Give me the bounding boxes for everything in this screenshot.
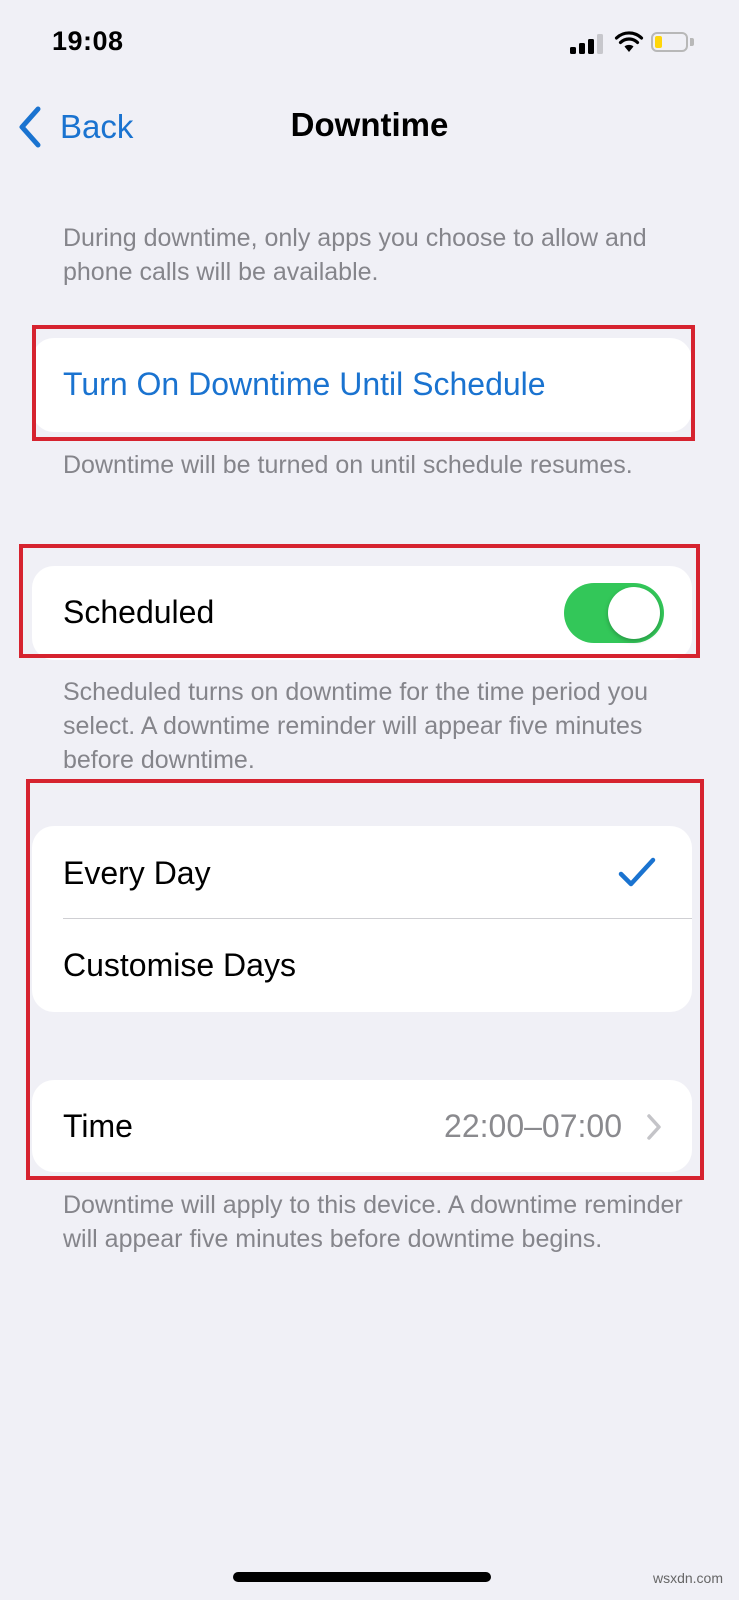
highlight-box-turn-on <box>32 325 695 441</box>
scheduled-footer: Scheduled turns on downtime for the time… <box>63 678 649 774</box>
watermark: wsxdn.com <box>652 1570 723 1586</box>
bottom-footer: Downtime will apply to this device. A do… <box>63 1191 683 1253</box>
battery-nub <box>690 38 694 46</box>
home-indicator[interactable] <box>233 1572 491 1582</box>
battery-icon <box>651 32 688 52</box>
turn-on-footer: Downtime will be turned on until schedul… <box>63 451 633 479</box>
cellular-signal-icon <box>570 34 604 54</box>
wifi-icon <box>614 31 644 52</box>
status-time: 19:08 <box>52 26 124 56</box>
battery-level <box>655 36 662 48</box>
page-title: Downtime <box>290 106 449 143</box>
highlight-box-scheduled <box>19 544 700 658</box>
highlight-box-schedule <box>26 779 704 1180</box>
intro-text: During downtime, only apps you choose to… <box>63 224 647 286</box>
